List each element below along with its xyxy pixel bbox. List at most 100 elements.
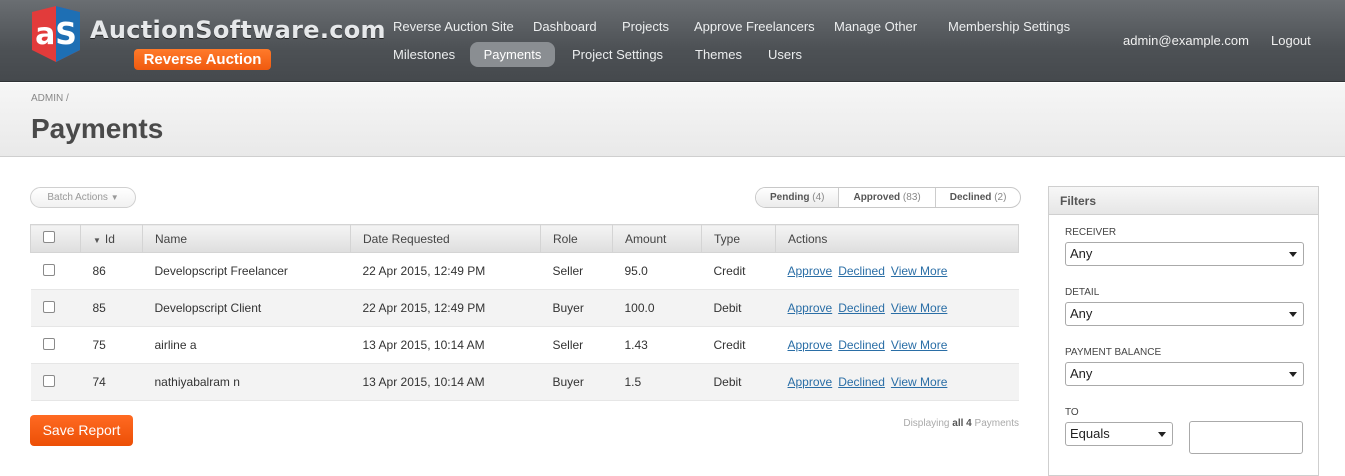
payments-table: ▼ Id Name Date Requested Role Amount Type… bbox=[30, 224, 1019, 401]
nav-membership-settings[interactable]: Membership Settings bbox=[938, 14, 1080, 39]
declined-link[interactable]: Declined bbox=[838, 338, 885, 352]
column-header-id-label: Id bbox=[104, 231, 115, 246]
view-more-link[interactable]: View More bbox=[891, 264, 947, 278]
select-all-cell bbox=[30, 224, 81, 253]
scope-pending-label: Pending bbox=[770, 192, 810, 203]
save-report-button[interactable]: Save Report bbox=[30, 415, 133, 446]
row-role: Buyer bbox=[540, 363, 613, 401]
declined-link[interactable]: Declined bbox=[838, 375, 885, 389]
approve-link[interactable]: Approve bbox=[788, 338, 833, 352]
breadcrumb[interactable]: ADMIN / bbox=[31, 93, 69, 104]
column-header-role[interactable]: Role bbox=[540, 224, 613, 253]
declined-link[interactable]: Declined bbox=[838, 264, 885, 278]
to-operator-select[interactable]: Equals bbox=[1065, 422, 1173, 446]
column-header-id[interactable]: ▼ Id bbox=[80, 224, 143, 253]
nav-themes[interactable]: Themes bbox=[685, 42, 752, 67]
column-header-name[interactable]: Name bbox=[142, 224, 351, 253]
view-more-link[interactable]: View More bbox=[891, 338, 947, 352]
nav-project-settings[interactable]: Project Settings bbox=[562, 42, 673, 67]
scope-pending[interactable]: Pending (4) bbox=[756, 188, 839, 207]
row-amount: 1.43 bbox=[612, 326, 702, 364]
scope-approved[interactable]: Approved (83) bbox=[838, 188, 934, 207]
to-label: TO bbox=[1065, 407, 1079, 418]
table-row: 75 airline a 13 Apr 2015, 10:14 AM Selle… bbox=[30, 326, 1019, 364]
row-actions: Approve Declined View More bbox=[775, 289, 1019, 327]
display-prefix: Displaying bbox=[903, 418, 950, 429]
view-more-link[interactable]: View More bbox=[891, 375, 947, 389]
chevron-down-icon bbox=[1289, 372, 1297, 377]
display-count: all 4 bbox=[952, 418, 972, 429]
nav-users[interactable]: Users bbox=[758, 42, 812, 67]
detail-select[interactable]: Any bbox=[1065, 302, 1304, 326]
column-header-actions: Actions bbox=[775, 224, 1019, 253]
payment-balance-label: PAYMENT BALANCE bbox=[1065, 347, 1162, 358]
row-checkbox[interactable] bbox=[42, 337, 55, 350]
approve-link[interactable]: Approve bbox=[788, 375, 833, 389]
row-amount: 100.0 bbox=[612, 289, 702, 327]
row-actions: Approve Declined View More bbox=[775, 326, 1019, 364]
row-checkbox[interactable] bbox=[42, 263, 55, 276]
to-value-input[interactable] bbox=[1189, 421, 1303, 454]
column-header-date-requested[interactable]: Date Requested bbox=[350, 224, 541, 253]
chevron-down-icon bbox=[1158, 432, 1166, 437]
filters-title: Filters bbox=[1049, 187, 1318, 215]
row-type: Credit bbox=[701, 252, 776, 290]
row-amount: 95.0 bbox=[612, 252, 702, 290]
row-role: Buyer bbox=[540, 289, 613, 327]
payment-balance-select[interactable]: Any bbox=[1065, 362, 1304, 386]
table-row: 85 Developscript Client 22 Apr 2015, 12:… bbox=[30, 289, 1019, 327]
nav-manage-other[interactable]: Manage Other bbox=[824, 14, 927, 39]
receiver-select[interactable]: Any bbox=[1065, 242, 1304, 266]
display-info: Displaying all 4 Payments bbox=[903, 418, 1019, 429]
view-more-link[interactable]: View More bbox=[891, 301, 947, 315]
to-operator-value: Equals bbox=[1070, 426, 1110, 441]
brand-name[interactable]: AuctionSoftware.com bbox=[90, 16, 386, 44]
nav-milestones[interactable]: Milestones bbox=[383, 42, 465, 67]
row-id: 75 bbox=[80, 326, 143, 364]
nav-dashboard[interactable]: Dashboard bbox=[523, 14, 607, 39]
filters-panel: Filters RECEIVER Any DETAIL Any PAYMENT … bbox=[1048, 186, 1319, 476]
row-actions: Approve Declined View More bbox=[775, 363, 1019, 401]
brand-badge: Reverse Auction bbox=[134, 49, 271, 70]
nav-approve-freelancers[interactable]: Approve Freelancers bbox=[684, 14, 825, 39]
row-id: 86 bbox=[80, 252, 143, 290]
scope-declined[interactable]: Declined (2) bbox=[934, 188, 1021, 207]
column-header-type[interactable]: Type bbox=[701, 224, 776, 253]
row-date: 13 Apr 2015, 10:14 AM bbox=[350, 363, 541, 401]
top-navbar: aS AuctionSoftware.com Reverse Auction R… bbox=[0, 0, 1345, 82]
table-row: 74 nathiyabalram n 13 Apr 2015, 10:14 AM… bbox=[30, 363, 1019, 401]
detail-label: DETAIL bbox=[1065, 287, 1100, 298]
chevron-down-icon bbox=[1289, 312, 1297, 317]
brand-logo-icon[interactable]: aS bbox=[28, 6, 84, 62]
row-checkbox[interactable] bbox=[42, 300, 55, 313]
approve-link[interactable]: Approve bbox=[788, 264, 833, 278]
row-amount: 1.5 bbox=[612, 363, 702, 401]
nav-projects[interactable]: Projects bbox=[612, 14, 679, 39]
logout-link[interactable]: Logout bbox=[1271, 28, 1311, 53]
chevron-down-icon: ▼ bbox=[110, 193, 119, 202]
column-header-amount[interactable]: Amount bbox=[612, 224, 702, 253]
select-all-checkbox[interactable] bbox=[43, 231, 55, 243]
row-type: Debit bbox=[701, 289, 776, 327]
batch-actions-button[interactable]: Batch Actions ▼ bbox=[30, 187, 136, 208]
row-date: 22 Apr 2015, 12:49 PM bbox=[350, 252, 541, 290]
declined-link[interactable]: Declined bbox=[838, 301, 885, 315]
nav-reverse-auction-site[interactable]: Reverse Auction Site bbox=[383, 14, 524, 39]
table-header-row: ▼ Id Name Date Requested Role Amount Type… bbox=[30, 224, 1019, 253]
scope-filter-group: Pending (4) Approved (83) Declined (2) bbox=[755, 187, 1022, 208]
payment-balance-value: Any bbox=[1070, 366, 1093, 381]
row-checkbox[interactable] bbox=[42, 374, 55, 387]
current-user-email[interactable]: admin@example.com bbox=[1123, 28, 1249, 53]
scope-approved-label: Approved bbox=[853, 192, 901, 203]
sort-desc-icon: ▼ bbox=[93, 235, 101, 245]
nav-payments[interactable]: Payments bbox=[470, 42, 555, 67]
title-bar: ADMIN / Payments bbox=[0, 83, 1345, 157]
row-name: nathiyabalram n bbox=[142, 363, 351, 401]
page-title: Payments bbox=[31, 113, 164, 144]
row-name: Developscript Client bbox=[142, 289, 351, 327]
detail-value: Any bbox=[1070, 306, 1093, 321]
scope-declined-label: Declined bbox=[949, 192, 992, 203]
receiver-label: RECEIVER bbox=[1065, 227, 1117, 238]
row-type: Debit bbox=[701, 363, 776, 401]
approve-link[interactable]: Approve bbox=[788, 301, 833, 315]
